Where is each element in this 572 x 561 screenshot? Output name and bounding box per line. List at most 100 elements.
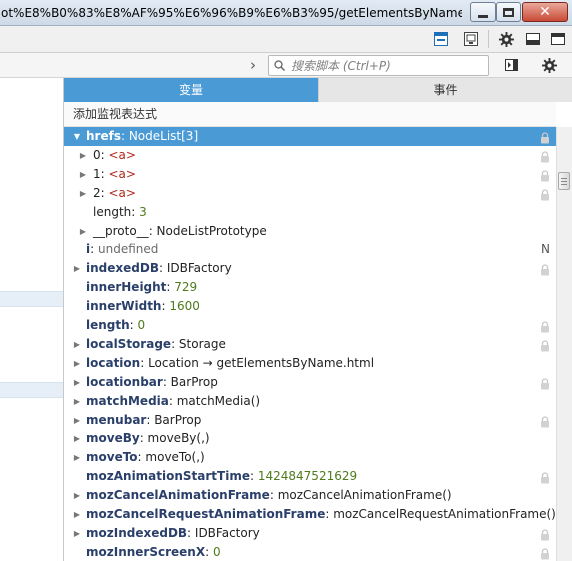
- variable-row[interactable]: ▶ localStorage: Storage: [64, 335, 556, 354]
- name-value-separator: :: [100, 185, 109, 200]
- lock-icon: [540, 415, 550, 427]
- expand-right-icon[interactable]: ▶: [78, 222, 88, 241]
- variable-row[interactable]: ▶ 2: <a>: [64, 184, 556, 203]
- variable-value: undefined: [97, 242, 159, 257]
- variable-row[interactable]: length: 0: [64, 316, 556, 335]
- name-value-separator: :: [269, 488, 278, 503]
- lock-icon: [540, 263, 550, 276]
- variable-row[interactable]: ▶ menubar: BarProp: [64, 411, 556, 430]
- tab-variables[interactable]: 变量: [64, 78, 318, 102]
- script-search[interactable]: [268, 55, 489, 76]
- minimize-icon: [478, 14, 488, 18]
- non-configurable-flag: N: [541, 242, 550, 257]
- maximize-button[interactable]: [496, 2, 521, 22]
- variable-row[interactable]: innerWidth: 1600: [64, 297, 556, 316]
- expand-down-icon[interactable]: ▼: [72, 127, 82, 146]
- name-value-separator: :: [162, 374, 171, 389]
- variable-name: menubar: [86, 412, 147, 427]
- toggle-pane-icon[interactable]: [502, 56, 520, 74]
- variable-row[interactable]: ▼ hrefs: NodeList[3]: [64, 127, 556, 146]
- name-value-separator: :: [168, 393, 177, 408]
- variable-row[interactable]: mozInnerScreenX: 0: [64, 543, 556, 561]
- dock-side-icon[interactable]: [549, 30, 567, 48]
- close-icon: ✕: [539, 4, 551, 20]
- expand-right-icon[interactable]: ▶: [78, 165, 88, 184]
- scrollbar-track[interactable]: [556, 127, 572, 561]
- variable-row[interactable]: length: 3: [64, 203, 556, 222]
- tab-events[interactable]: 事件: [318, 78, 572, 102]
- variable-row[interactable]: ▶ locationbar: BarProp: [64, 373, 556, 392]
- variable-name: locationbar: [86, 374, 163, 389]
- variable-row[interactable]: ▶ 0: <a>: [64, 146, 556, 165]
- gear-icon[interactable]: [497, 30, 515, 48]
- search-icon: [274, 60, 285, 71]
- variable-row[interactable]: mozAnimationStartTime: 1424847521629: [64, 467, 556, 486]
- expand-right-icon[interactable]: ▶: [72, 505, 82, 524]
- expand-right-icon[interactable]: ▶: [72, 392, 82, 411]
- title-bar: ot%E8%B0%83%E8%AF%95%E6%96%B9%E6%B3%95/g…: [0, 0, 572, 26]
- lock-icon: [540, 377, 550, 390]
- variable-row[interactable]: i: undefined N: [64, 240, 556, 259]
- variable-name: indexedDB: [86, 261, 159, 276]
- expand-right-icon[interactable]: ▶: [72, 411, 82, 430]
- variable-value: mozCancelRequestAnimationFrame(): [333, 507, 556, 521]
- variable-value: Location → getElementsByName.html: [148, 355, 375, 370]
- devtools-toolbar: [0, 26, 572, 53]
- script-search-input[interactable]: [291, 57, 483, 74]
- dock-bottom-icon[interactable]: [524, 30, 542, 48]
- expand-right-icon[interactable]: ▶: [78, 146, 88, 165]
- variable-row[interactable]: ▶ indexedDB: IDBFactory: [64, 259, 556, 278]
- expand-right-icon[interactable]: ▶: [78, 184, 88, 203]
- variable-row[interactable]: ▶ 1: <a>: [64, 165, 556, 184]
- expand-right-icon[interactable]: ▶: [72, 259, 82, 278]
- lock-icon: [540, 320, 550, 333]
- variable-value: NodeListPrototype: [156, 223, 267, 238]
- variable-name: innerHeight: [86, 280, 167, 295]
- lock-icon: [540, 188, 550, 201]
- source-item-selected[interactable]: [0, 291, 63, 307]
- add-watch-expression[interactable]: 添加监视表达式: [64, 102, 556, 127]
- screenshot-icon[interactable]: [462, 30, 480, 48]
- variable-row[interactable]: ▶ mozCancelRequestAnimationFrame: mozCanc…: [64, 505, 556, 524]
- lock-icon: [540, 471, 550, 484]
- variable-row[interactable]: innerHeight: 729: [64, 278, 556, 297]
- variable-row[interactable]: ▶ moveTo: moveTo(,): [64, 448, 556, 467]
- expand-right-icon[interactable]: ▶: [72, 335, 82, 354]
- variable-value: NodeList[3]: [128, 129, 199, 143]
- maximize-icon: [503, 7, 514, 17]
- expand-right-icon[interactable]: ▶: [72, 354, 82, 373]
- variable-value: IDBFactory: [194, 525, 260, 540]
- variables-list: ▼ hrefs: NodeList[3] ▶ 0: <a> ▶ 1: <a> ▶ 2: <a>…: [64, 127, 556, 561]
- source-item-selected[interactable]: [0, 382, 63, 398]
- variable-value: <a>: [108, 166, 136, 181]
- chevron-right-icon[interactable]: ›: [246, 57, 260, 73]
- variable-value: moveBy(,): [147, 431, 210, 446]
- sources-pane[interactable]: [0, 78, 64, 561]
- expand-right-icon[interactable]: ▶: [72, 448, 82, 467]
- variable-name: mozAnimationStartTime: [86, 469, 250, 484]
- minimize-button[interactable]: [470, 2, 496, 22]
- scrollbar-thumb[interactable]: [558, 172, 570, 190]
- variable-row[interactable]: ▶ mozIndexedDB: IDBFactory: [64, 524, 556, 543]
- console-layout-icon[interactable]: [432, 30, 450, 48]
- debugger-options-gear-icon[interactable]: [540, 56, 558, 74]
- name-value-separator: :: [90, 242, 98, 257]
- variable-row[interactable]: ▶ mozCancelAnimationFrame: mozCancelAnima…: [64, 486, 556, 505]
- variable-value: <a>: [108, 147, 136, 162]
- variable-name: matchMedia: [86, 393, 169, 408]
- window-title: ot%E8%B0%83%E8%AF%95%E6%96%B9%E6%B3%95/g…: [1, 6, 462, 20]
- variable-value: IDBFactory: [166, 261, 232, 276]
- expand-right-icon[interactable]: ▶: [72, 486, 82, 505]
- expand-right-icon[interactable]: ▶: [72, 429, 82, 448]
- variable-value: 1600: [169, 299, 200, 314]
- close-button[interactable]: ✕: [522, 2, 568, 22]
- expand-right-icon[interactable]: ▶: [72, 373, 82, 392]
- variable-row[interactable]: ▶ __proto__: NodeListPrototype: [64, 222, 556, 241]
- variable-name: 2: [93, 185, 101, 200]
- variable-row[interactable]: ▶ location: Location → getElementsByName.…: [64, 354, 556, 373]
- variable-row[interactable]: ▶ moveBy: moveBy(,): [64, 429, 556, 448]
- variable-row[interactable]: ▶ matchMedia: matchMedia(): [64, 392, 556, 411]
- expand-right-icon[interactable]: ▶: [72, 524, 82, 543]
- variable-name: mozCancelAnimationFrame: [86, 488, 270, 503]
- name-value-separator: :: [250, 469, 258, 484]
